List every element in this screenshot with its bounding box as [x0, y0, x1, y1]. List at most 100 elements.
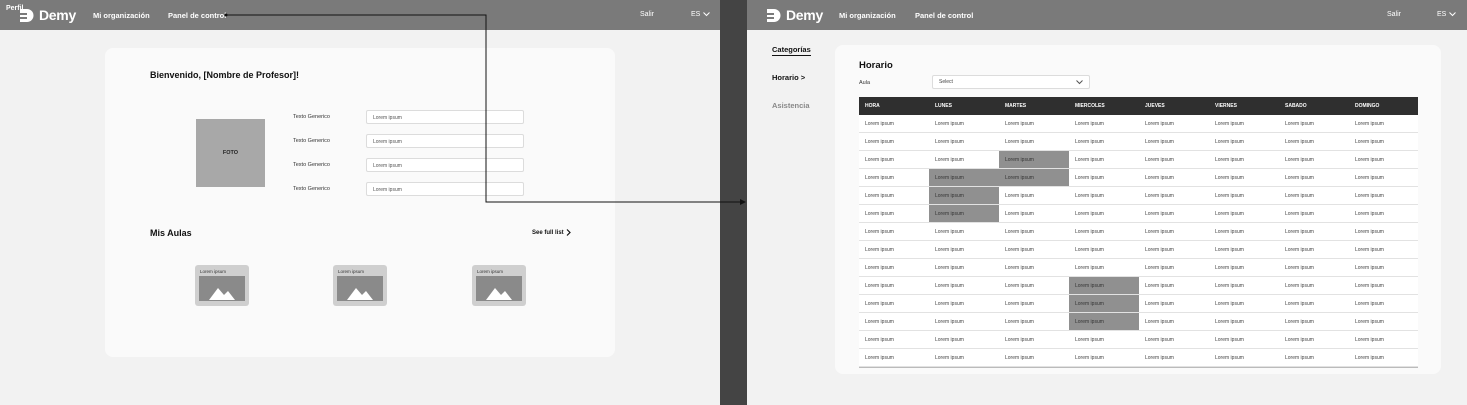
table-cell[interactable]: Lorem ipsum: [1349, 187, 1418, 204]
table-cell[interactable]: Lorem ipsum: [859, 331, 929, 348]
table-cell-highlighted[interactable]: Lorem ipsum: [929, 205, 999, 222]
table-cell[interactable]: Lorem ipsum: [999, 133, 1069, 150]
table-cell[interactable]: Lorem ipsum: [1139, 169, 1209, 186]
table-cell[interactable]: Lorem ipsum: [1209, 295, 1279, 312]
table-cell[interactable]: Lorem ipsum: [1209, 133, 1279, 150]
table-cell[interactable]: Lorem ipsum: [1349, 349, 1418, 366]
table-cell[interactable]: Lorem ipsum: [929, 331, 999, 348]
table-cell[interactable]: Lorem ipsum: [1069, 259, 1139, 276]
demy-logo[interactable]: Demy: [18, 7, 76, 23]
table-cell[interactable]: Lorem ipsum: [1279, 277, 1349, 294]
table-cell-highlighted[interactable]: Lorem ipsum: [929, 169, 999, 186]
table-cell[interactable]: Lorem ipsum: [1069, 241, 1139, 258]
table-cell[interactable]: Lorem ipsum: [999, 187, 1069, 204]
table-cell[interactable]: Lorem ipsum: [929, 151, 999, 168]
table-cell[interactable]: Lorem ipsum: [1279, 223, 1349, 240]
table-cell[interactable]: Lorem ipsum: [1069, 169, 1139, 186]
table-cell[interactable]: Lorem ipsum: [929, 223, 999, 240]
table-cell-highlighted[interactable]: Lorem ipsum: [999, 151, 1069, 168]
table-cell[interactable]: Lorem ipsum: [1279, 241, 1349, 258]
logout-link[interactable]: Salir: [1387, 11, 1401, 18]
table-cell[interactable]: Lorem ipsum: [1069, 223, 1139, 240]
table-cell[interactable]: Lorem ipsum: [1349, 331, 1418, 348]
aula-card[interactable]: Lorem ipsum: [195, 265, 249, 306]
table-cell[interactable]: Lorem ipsum: [1209, 115, 1279, 132]
table-cell-highlighted[interactable]: Lorem ipsum: [1069, 295, 1139, 312]
table-cell[interactable]: Lorem ipsum: [999, 241, 1069, 258]
table-cell[interactable]: Lorem ipsum: [1209, 151, 1279, 168]
table-cell-highlighted[interactable]: Lorem ipsum: [1069, 277, 1139, 294]
table-cell[interactable]: Lorem ipsum: [1139, 349, 1209, 366]
text-field[interactable]: Lorem ipsum: [366, 182, 524, 196]
table-cell[interactable]: Lorem ipsum: [999, 313, 1069, 330]
table-cell[interactable]: Lorem ipsum: [859, 151, 929, 168]
table-cell[interactable]: Lorem ipsum: [1279, 295, 1349, 312]
table-cell[interactable]: Lorem ipsum: [1279, 349, 1349, 366]
table-cell[interactable]: Lorem ipsum: [1209, 169, 1279, 186]
aula-card[interactable]: Lorem ipsum: [333, 265, 387, 306]
table-cell[interactable]: Lorem ipsum: [929, 241, 999, 258]
table-cell[interactable]: Lorem ipsum: [1279, 169, 1349, 186]
table-cell[interactable]: Lorem ipsum: [1139, 187, 1209, 204]
table-cell[interactable]: Lorem ipsum: [1139, 151, 1209, 168]
table-cell[interactable]: Lorem ipsum: [859, 133, 929, 150]
table-cell[interactable]: Lorem ipsum: [999, 277, 1069, 294]
table-cell[interactable]: Lorem ipsum: [1139, 259, 1209, 276]
table-cell[interactable]: Lorem ipsum: [1279, 205, 1349, 222]
table-cell[interactable]: Lorem ipsum: [1279, 151, 1349, 168]
table-cell[interactable]: Lorem ipsum: [1139, 223, 1209, 240]
table-cell[interactable]: Lorem ipsum: [859, 295, 929, 312]
table-cell[interactable]: Lorem ipsum: [1209, 205, 1279, 222]
table-cell[interactable]: Lorem ipsum: [1349, 133, 1418, 150]
table-cell[interactable]: Lorem ipsum: [1349, 205, 1418, 222]
table-cell[interactable]: Lorem ipsum: [1209, 277, 1279, 294]
table-cell[interactable]: Lorem ipsum: [999, 349, 1069, 366]
table-cell[interactable]: Lorem ipsum: [859, 223, 929, 240]
table-cell[interactable]: Lorem ipsum: [1279, 331, 1349, 348]
aula-select[interactable]: Select: [932, 75, 1090, 89]
see-full-list-link[interactable]: See full list: [532, 229, 571, 236]
table-cell[interactable]: Lorem ipsum: [1349, 151, 1418, 168]
table-cell[interactable]: Lorem ipsum: [859, 115, 929, 132]
table-cell[interactable]: Lorem ipsum: [999, 205, 1069, 222]
table-cell[interactable]: Lorem ipsum: [1279, 133, 1349, 150]
table-cell[interactable]: Lorem ipsum: [999, 295, 1069, 312]
table-cell-highlighted[interactable]: Lorem ipsum: [929, 187, 999, 204]
table-cell[interactable]: Lorem ipsum: [1279, 115, 1349, 132]
table-cell[interactable]: Lorem ipsum: [859, 349, 929, 366]
table-cell[interactable]: Lorem ipsum: [929, 133, 999, 150]
table-cell[interactable]: Lorem ipsum: [1209, 223, 1279, 240]
table-cell[interactable]: Lorem ipsum: [999, 331, 1069, 348]
table-cell[interactable]: Lorem ipsum: [1069, 115, 1139, 132]
table-cell[interactable]: Lorem ipsum: [1069, 205, 1139, 222]
table-cell[interactable]: Lorem ipsum: [929, 259, 999, 276]
table-cell[interactable]: Lorem ipsum: [999, 223, 1069, 240]
table-cell[interactable]: Lorem ipsum: [859, 313, 929, 330]
table-cell[interactable]: Lorem ipsum: [1139, 241, 1209, 258]
logout-link[interactable]: Salir: [640, 11, 654, 18]
table-cell[interactable]: Lorem ipsum: [1279, 313, 1349, 330]
table-cell[interactable]: Lorem ipsum: [1069, 133, 1139, 150]
table-cell[interactable]: Lorem ipsum: [1209, 241, 1279, 258]
table-cell[interactable]: Lorem ipsum: [859, 187, 929, 204]
table-cell-highlighted[interactable]: Lorem ipsum: [1069, 313, 1139, 330]
table-cell[interactable]: Lorem ipsum: [859, 277, 929, 294]
table-cell[interactable]: Lorem ipsum: [1139, 277, 1209, 294]
table-cell[interactable]: Lorem ipsum: [1279, 187, 1349, 204]
table-cell[interactable]: Lorem ipsum: [1139, 115, 1209, 132]
table-cell[interactable]: Lorem ipsum: [1139, 205, 1209, 222]
table-cell[interactable]: Lorem ipsum: [999, 259, 1069, 276]
profile-photo[interactable]: FOTO: [196, 119, 265, 187]
table-cell[interactable]: Lorem ipsum: [1209, 349, 1279, 366]
table-cell[interactable]: Lorem ipsum: [1209, 187, 1279, 204]
table-cell[interactable]: Lorem ipsum: [929, 313, 999, 330]
language-selector[interactable]: ES: [691, 11, 711, 18]
table-cell[interactable]: Lorem ipsum: [1069, 187, 1139, 204]
nav-mi-organizacion[interactable]: Mi organización: [93, 11, 150, 20]
text-field[interactable]: Lorem ipsum: [366, 110, 524, 124]
text-field[interactable]: Lorem ipsum: [366, 134, 524, 148]
table-cell[interactable]: Lorem ipsum: [999, 115, 1069, 132]
aula-card[interactable]: Lorem ipsum: [472, 265, 526, 306]
table-cell[interactable]: Lorem ipsum: [1069, 331, 1139, 348]
table-cell[interactable]: Lorem ipsum: [1209, 259, 1279, 276]
